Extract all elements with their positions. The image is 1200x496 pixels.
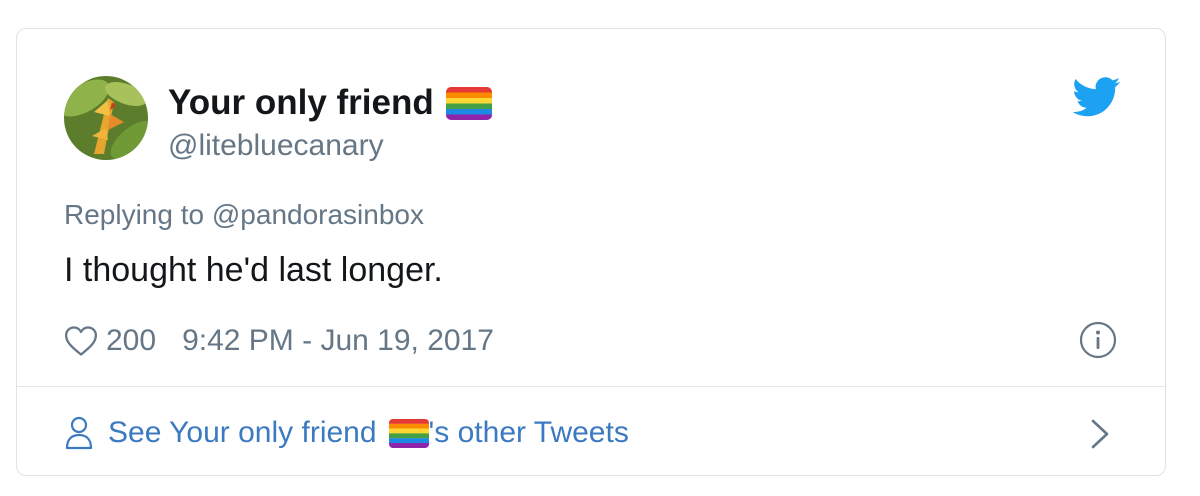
footer-link-prefix[interactable]: See Your only friend: [108, 416, 377, 450]
timestamp[interactable]: 9:42 PM - Jun 19, 2017: [182, 324, 494, 358]
tweet-card: Your only friend @litebluecanary Replyin…: [16, 28, 1166, 476]
replying-prefix: Replying to: [64, 199, 205, 230]
like-count[interactable]: 200: [106, 324, 156, 358]
display-name-text[interactable]: Your only friend: [168, 83, 434, 123]
heart-icon[interactable]: [64, 325, 98, 357]
see-other-tweets-link[interactable]: See Your only friend 's other Tweets: [64, 411, 629, 455]
replying-to: Replying to @pandorasinbox: [64, 199, 424, 231]
info-icon[interactable]: [1079, 321, 1117, 359]
divider: [17, 386, 1165, 387]
tweet-meta: 200 9:42 PM - Jun 19, 2017: [64, 321, 494, 361]
rainbow-flag-icon: [388, 418, 429, 448]
replying-to-handle[interactable]: @pandorasinbox: [212, 199, 424, 230]
user-handle[interactable]: @litebluecanary: [168, 129, 384, 163]
tweet-text: I thought he'd last longer.: [64, 251, 443, 289]
avatar[interactable]: [64, 76, 148, 160]
person-icon: [65, 416, 93, 450]
footer-link-suffix[interactable]: 's other Tweets: [429, 416, 629, 450]
chevron-right-icon[interactable]: [1087, 417, 1113, 451]
rainbow-flag-icon: [445, 86, 492, 120]
twitter-bird-icon[interactable]: [1073, 77, 1121, 117]
display-name[interactable]: Your only friend: [168, 83, 492, 123]
